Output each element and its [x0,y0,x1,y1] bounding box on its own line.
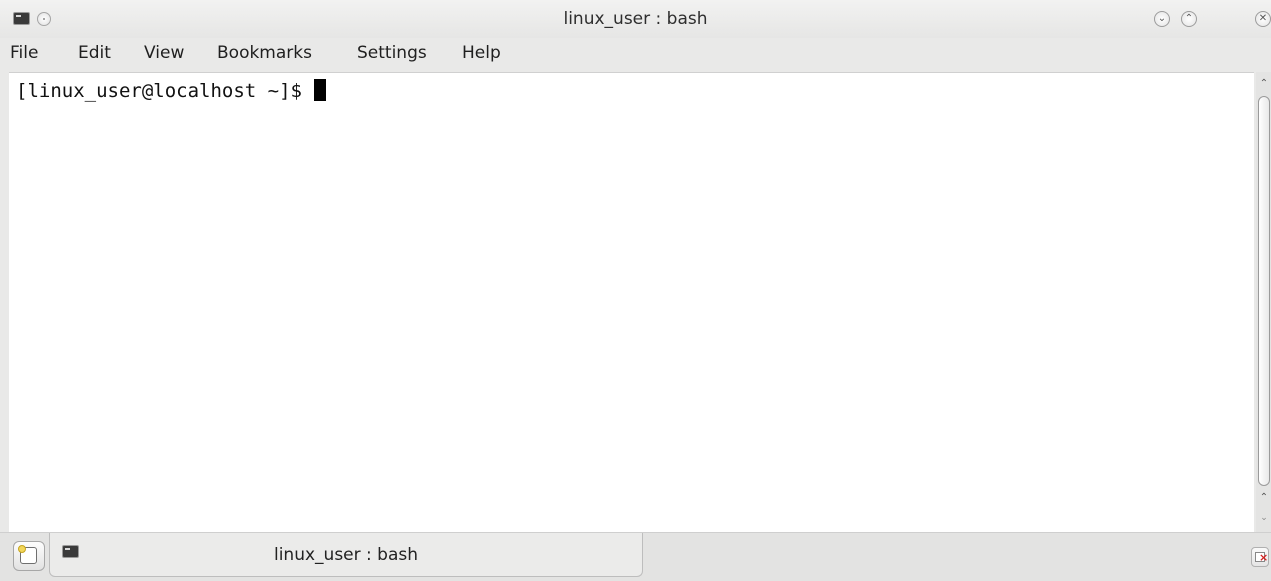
tab-bar: linux_user : bash [0,532,1271,581]
menu-file[interactable]: File [10,43,38,63]
new-tab-icon [18,545,37,564]
scroll-down-arrow[interactable]: ⌄ [1259,512,1269,524]
close-tab-button[interactable] [1251,547,1269,567]
title-bar[interactable]: linux_user : bash ⌄ ⌃ ✕ [0,0,1271,38]
shell-prompt: [linux_user@localhost ~]$ [16,80,314,102]
minimize-button[interactable]: ⌄ [1154,11,1170,27]
menu-settings[interactable]: Settings [357,43,427,63]
chevron-down-icon: ⌄ [1260,513,1268,523]
menu-bar: File Edit View Bookmarks Settings Help [0,38,1271,72]
scroll-up-button[interactable]: ⌃ [1259,78,1269,90]
close-tab-icon [1255,552,1268,563]
chevron-down-icon: ⌄ [1157,13,1167,24]
chevron-up-icon: ⌃ [1259,492,1269,503]
vertical-scrollbar[interactable]: ⌃ ⌃ ⌄ [1256,72,1271,532]
menu-view[interactable]: View [144,43,184,63]
chevron-up-icon: ⌃ [1184,13,1194,24]
prompt-line: [linux_user@localhost ~]$ [16,79,327,103]
close-button[interactable]: ✕ [1255,11,1271,27]
menu-bookmarks[interactable]: Bookmarks [217,43,312,63]
terminal-output[interactable]: [linux_user@localhost ~]$ [9,72,1254,532]
tab-linux-user-bash[interactable]: linux_user : bash [49,533,643,577]
menu-help[interactable]: Help [462,43,501,63]
text-cursor [314,79,327,101]
konsole-window: linux_user : bash ⌄ ⌃ ✕ File Edit View B… [0,0,1271,581]
new-tab-button[interactable] [13,541,45,571]
scrollbar-thumb[interactable] [1258,96,1270,486]
chevron-up-icon: ⌃ [1259,78,1269,89]
menu-edit[interactable]: Edit [78,43,111,63]
close-icon: ✕ [1258,13,1268,24]
window-title: linux_user : bash [563,9,708,29]
tab-label: linux_user : bash [273,545,418,565]
scroll-down-button[interactable]: ⌃ [1259,492,1269,504]
maximize-button[interactable]: ⌃ [1181,11,1197,27]
